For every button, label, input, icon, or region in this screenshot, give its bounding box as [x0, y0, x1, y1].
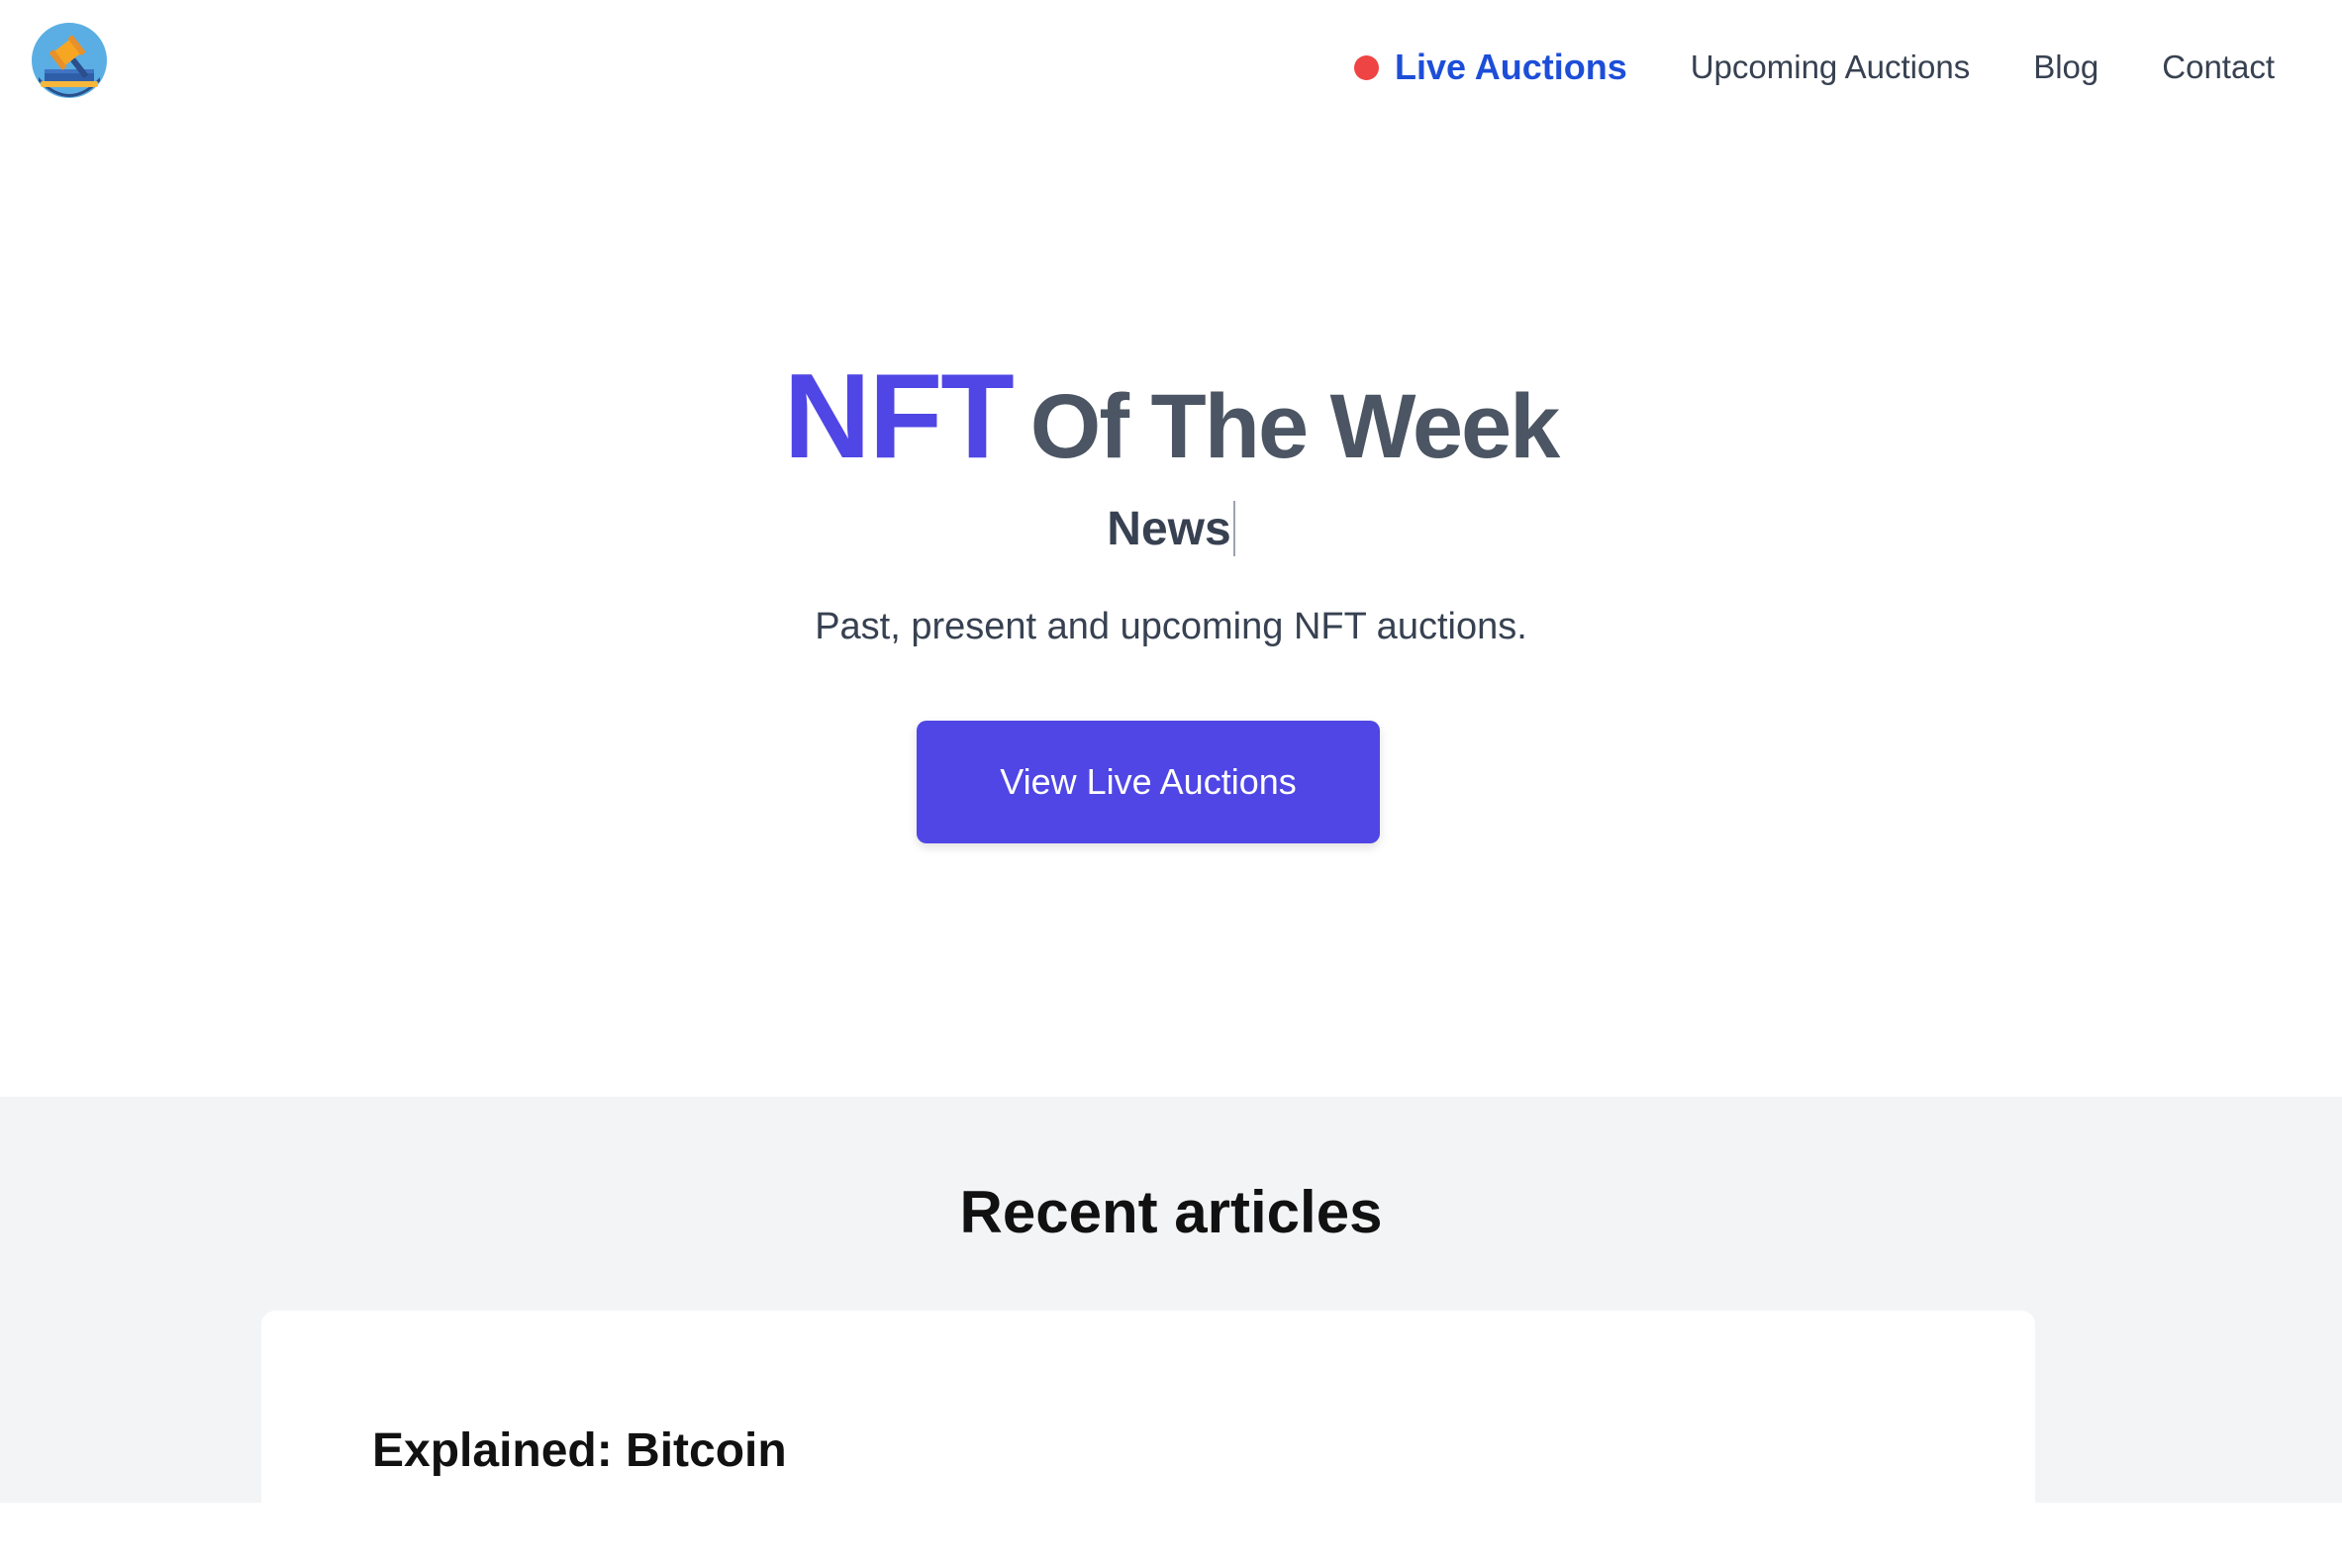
view-live-auctions-button[interactable]: View Live Auctions — [917, 721, 1380, 843]
nav-contact[interactable]: Contact — [2162, 49, 2275, 86]
article-card[interactable]: Explained: Bitcoin — [261, 1311, 2035, 1568]
hero-subtitle: News — [0, 501, 2342, 556]
hero-title-accent: NFT — [783, 348, 1015, 483]
hero-title-rest: Of The Week — [1029, 376, 1561, 477]
hero-section: NFT Of The Week News Past, present and u… — [0, 139, 2342, 1097]
hero-description: Past, present and upcoming NFT auctions. — [815, 606, 1527, 647]
nav-upcoming-auctions[interactable]: Upcoming Auctions — [1691, 49, 1970, 86]
article-title[interactable]: Explained: Bitcoin — [372, 1423, 787, 1478]
nav-blog[interactable]: Blog — [2033, 49, 2098, 86]
nav-live-auctions-label: Live Auctions — [1395, 47, 1627, 87]
hero-title: NFT Of The Week — [0, 346, 2342, 485]
site-logo-gavel-icon[interactable] — [31, 22, 108, 99]
main-nav: Live Auctions Upcoming Auctions Blog Con… — [1354, 40, 2275, 95]
nav-live-auctions[interactable]: Live Auctions — [1354, 47, 1627, 88]
typing-caret — [1232, 501, 1235, 556]
site-header: Live Auctions Upcoming Auctions Blog Con… — [0, 0, 2342, 139]
recent-articles-section: Recent articles Explained: Bitcoin — [0, 1097, 2342, 1568]
live-indicator-dot-icon — [1354, 54, 1380, 80]
recent-articles-heading: Recent articles — [959, 1179, 1383, 1245]
hero-subtitle-text: News — [1107, 502, 1231, 555]
auction-gavel-icon — [32, 23, 107, 98]
